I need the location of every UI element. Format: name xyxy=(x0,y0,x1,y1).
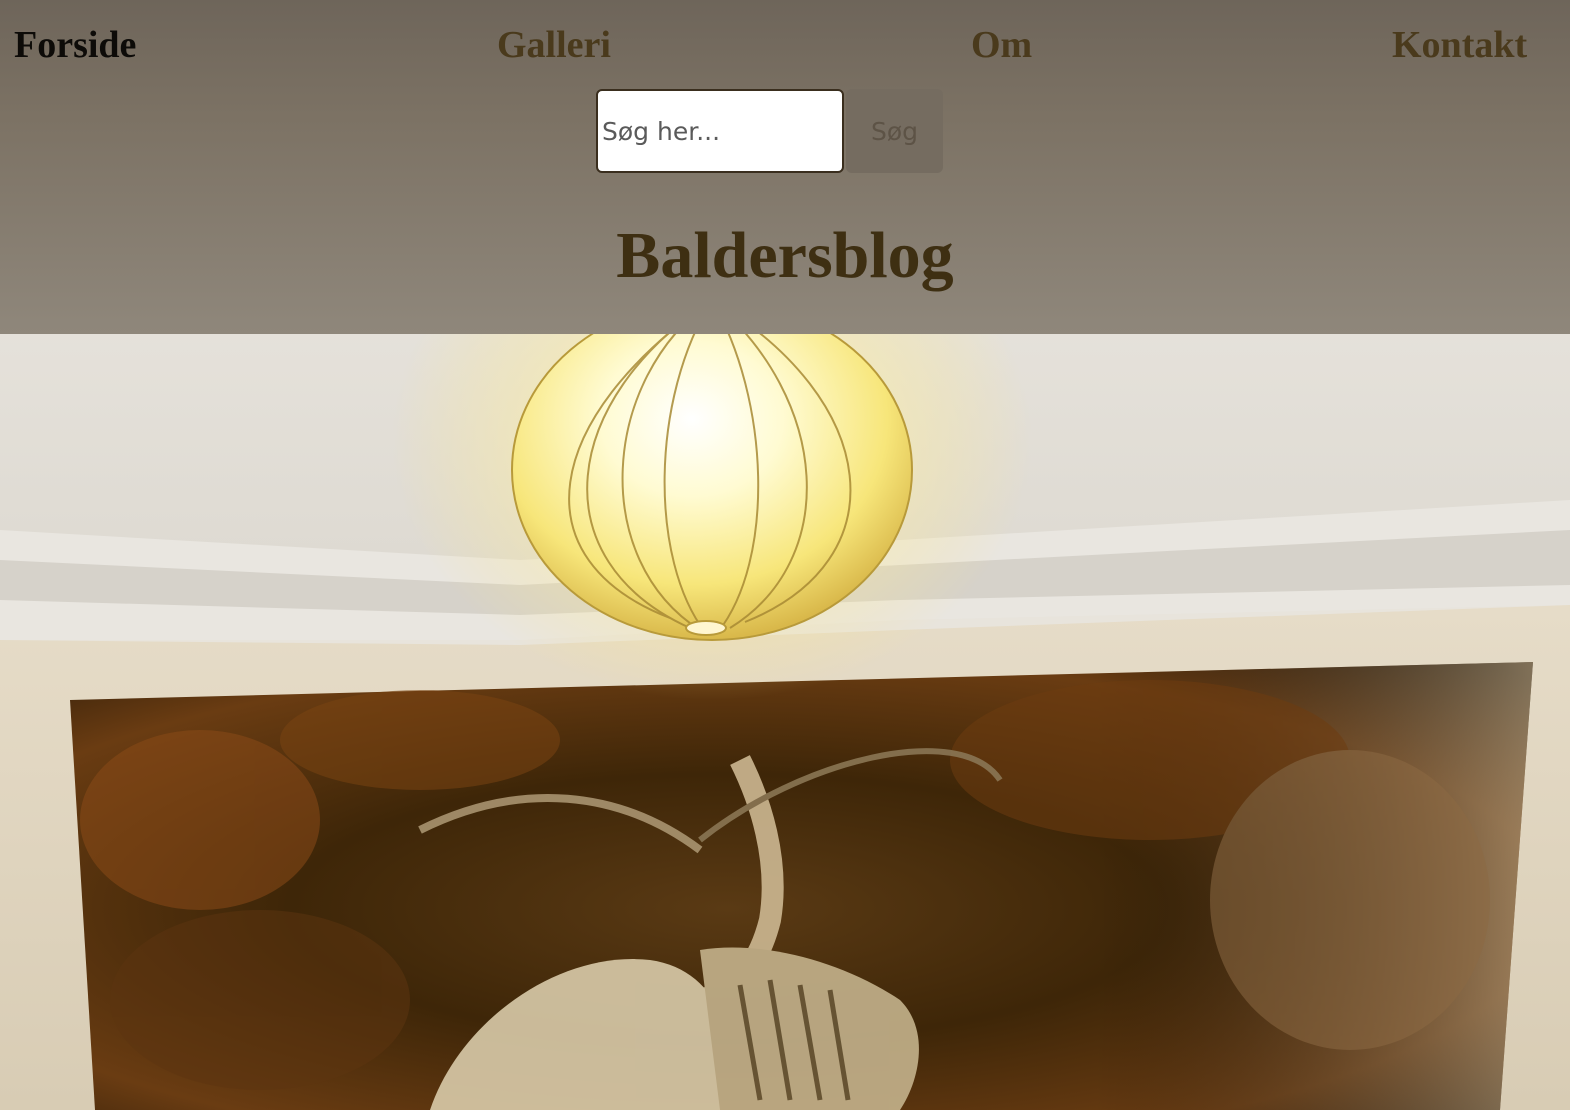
search-button[interactable]: Søg xyxy=(846,89,943,173)
main-nav: Forside Galleri Om Kontakt xyxy=(0,22,1570,72)
nav-link-forside[interactable]: Forside xyxy=(14,22,136,68)
search-input[interactable] xyxy=(596,89,844,173)
search-form: Søg xyxy=(596,89,948,173)
site-title: Baldersblog xyxy=(616,219,954,292)
nav-link-kontakt[interactable]: Kontakt xyxy=(1392,22,1527,68)
nav-link-galleri[interactable]: Galleri xyxy=(497,22,611,68)
site-header: Forside Galleri Om Kontakt Søg Baldersbl… xyxy=(0,0,1570,334)
nav-link-om[interactable]: Om xyxy=(971,22,1032,68)
